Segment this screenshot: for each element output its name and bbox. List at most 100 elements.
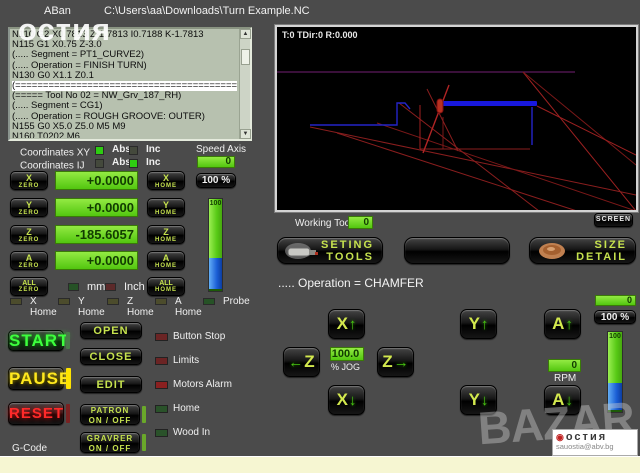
z-home-indicator[interactable] — [107, 298, 119, 305]
ij-inc-label: Inc — [146, 157, 160, 168]
jog-y-plus-button[interactable]: Y↑ — [460, 309, 497, 339]
seting-tools-label-1: SETING — [321, 239, 374, 251]
scroll-up-icon[interactable]: ▲ — [240, 29, 251, 39]
probe-indicator[interactable] — [203, 298, 215, 305]
watermark-badge: ◉остия sauostia@abv.bg — [552, 429, 638, 456]
size-detail-label-1: SIZE — [595, 239, 627, 251]
a-home-indicator[interactable] — [155, 298, 167, 305]
mm-checkbox[interactable] — [68, 283, 79, 291]
patron-toggle-button[interactable]: PATRON ON / OFF — [80, 404, 140, 425]
working-tool-label: Working Tool — [295, 218, 352, 229]
pause-indicator — [66, 368, 71, 389]
z-position-display: -185.6057 — [55, 225, 138, 244]
blank-button[interactable] — [404, 237, 510, 264]
spindle-value: 0 — [595, 295, 636, 306]
target-icon: ◉ — [556, 432, 564, 442]
close-button[interactable]: CLOSE — [80, 348, 142, 365]
jog-x-minus-button[interactable]: X↓ — [328, 385, 365, 415]
gcode-command-strip[interactable] — [0, 456, 640, 473]
x-position-display: +0.0000 — [55, 171, 138, 190]
edit-button[interactable]: EDIT — [80, 376, 142, 393]
wood-in-led — [155, 429, 168, 437]
speed-slider[interactable]: 100 — [208, 198, 223, 292]
a-zero-button[interactable]: AZERO — [10, 251, 48, 270]
start-button[interactable]: START — [8, 330, 64, 351]
size-detail-button[interactable]: SIZE DETAIL — [529, 237, 636, 264]
home-label: Home — [173, 403, 200, 414]
jog-percent-label: % JOG — [331, 362, 360, 372]
reset-indicator — [66, 404, 70, 423]
x-home-indicator[interactable] — [10, 298, 22, 305]
z-home-button[interactable]: ZHOME — [147, 225, 185, 244]
motors-alarm-led — [155, 381, 168, 389]
gcode-strip-label: G-Code — [12, 443, 47, 454]
status-led-panel: Button Stop Limits Motors Alarm Home Woo… — [155, 328, 232, 442]
spindle-percent-button[interactable]: 100 % — [594, 310, 636, 324]
y-zero-button[interactable]: YZERO — [10, 198, 48, 217]
xy-inc-label: Inc — [146, 144, 160, 155]
pause-button[interactable]: PAUSE — [8, 367, 64, 390]
jog-a-plus-button[interactable]: A↑ — [544, 309, 581, 339]
xy-abs-checkbox[interactable] — [95, 146, 104, 155]
file-path: C:\Users\aa\Downloads\Turn Example.NC — [104, 5, 310, 17]
reset-button[interactable]: RESET — [8, 402, 64, 425]
ij-abs-checkbox[interactable] — [95, 159, 104, 168]
y-home-button[interactable]: YHOME — [147, 198, 185, 217]
gcode-line: N160 T0202 M6 — [12, 132, 237, 138]
a-position-display: +0.0000 — [55, 251, 138, 270]
limits-label: Limits — [173, 355, 199, 366]
gravrer-label-2: ON / OFF — [89, 444, 132, 453]
jog-z-minus-button[interactable]: ←Z — [283, 347, 320, 377]
button-stop-led — [155, 333, 168, 341]
y-home-indicator-label: Y Home — [78, 296, 105, 318]
scrollbar-thumb[interactable] — [241, 49, 250, 65]
open-button[interactable]: OPEN — [80, 322, 142, 339]
button-stop-label: Button Stop — [173, 331, 225, 342]
scroll-down-icon[interactable]: ▼ — [240, 129, 251, 139]
all-zero-button[interactable]: ALLZERO — [10, 277, 48, 296]
jog-z-plus-button[interactable]: Z→ — [377, 347, 414, 377]
cnc-control-window: ABan C:\Users\aa\Downloads\Turn Example.… — [0, 0, 640, 473]
gravrer-indicator — [142, 434, 146, 451]
z-home-indicator-label: Z Home — [127, 296, 154, 318]
inch-label: Inch — [124, 281, 145, 293]
a-home-indicator-label: A Home — [175, 296, 202, 318]
jog-x-plus-button[interactable]: X↑ — [328, 309, 365, 339]
patron-label-1: PATRON — [91, 406, 130, 415]
all-home-button[interactable]: ALLHOME — [147, 277, 185, 296]
x-zero-button[interactable]: XZERO — [10, 171, 48, 190]
working-tool-value: 0 — [348, 216, 373, 229]
operation-text: ..... Operation = CHAMFER — [278, 276, 424, 290]
rpm-value: 0 — [548, 359, 581, 372]
seting-tools-button[interactable]: SETING TOOLS — [277, 237, 383, 264]
z-zero-button[interactable]: ZZERO — [10, 225, 48, 244]
mm-label: mm — [87, 281, 105, 293]
y-home-indicator[interactable] — [58, 298, 70, 305]
ij-inc-checkbox[interactable] — [129, 159, 138, 168]
patron-indicator — [142, 406, 146, 423]
speed-axis-label: Speed Axis — [196, 144, 246, 155]
probe-indicator-label: Probe — [223, 296, 250, 307]
inch-checkbox[interactable] — [105, 283, 116, 291]
gravrer-toggle-button[interactable]: GRAVRER ON / OFF — [80, 432, 140, 453]
y-position-display: +0.0000 — [55, 198, 138, 217]
motors-alarm-label: Motors Alarm — [173, 379, 232, 390]
a-home-button[interactable]: AHOME — [147, 251, 185, 270]
xy-inc-checkbox[interactable] — [129, 146, 138, 155]
gravrer-label-1: GRAVRER — [87, 434, 133, 443]
x-home-button[interactable]: XHOME — [147, 171, 185, 190]
screen-button[interactable]: SCREEN — [594, 213, 633, 227]
watermark-email: sauostia@abv.bg — [556, 442, 634, 452]
seting-tools-label-2: TOOLS — [326, 251, 374, 263]
size-detail-label-2: DETAIL — [576, 251, 627, 263]
wood-in-label: Wood In — [173, 427, 210, 438]
speed-percent-button[interactable]: 100 % — [196, 173, 236, 188]
tool-icon — [284, 242, 324, 262]
jog-percent-input[interactable]: 100.0 — [330, 347, 364, 361]
gcode-scrollbar[interactable]: ▲ ▼ — [239, 29, 250, 139]
rpm-label: RPM — [554, 373, 576, 384]
limits-led — [155, 357, 168, 365]
speed-axis-value: 0 — [197, 156, 235, 168]
toolpath-viewport[interactable]: T:0 TDir:0 R:0.000 — [275, 25, 638, 212]
speed-slider-max: 100 — [209, 200, 222, 207]
